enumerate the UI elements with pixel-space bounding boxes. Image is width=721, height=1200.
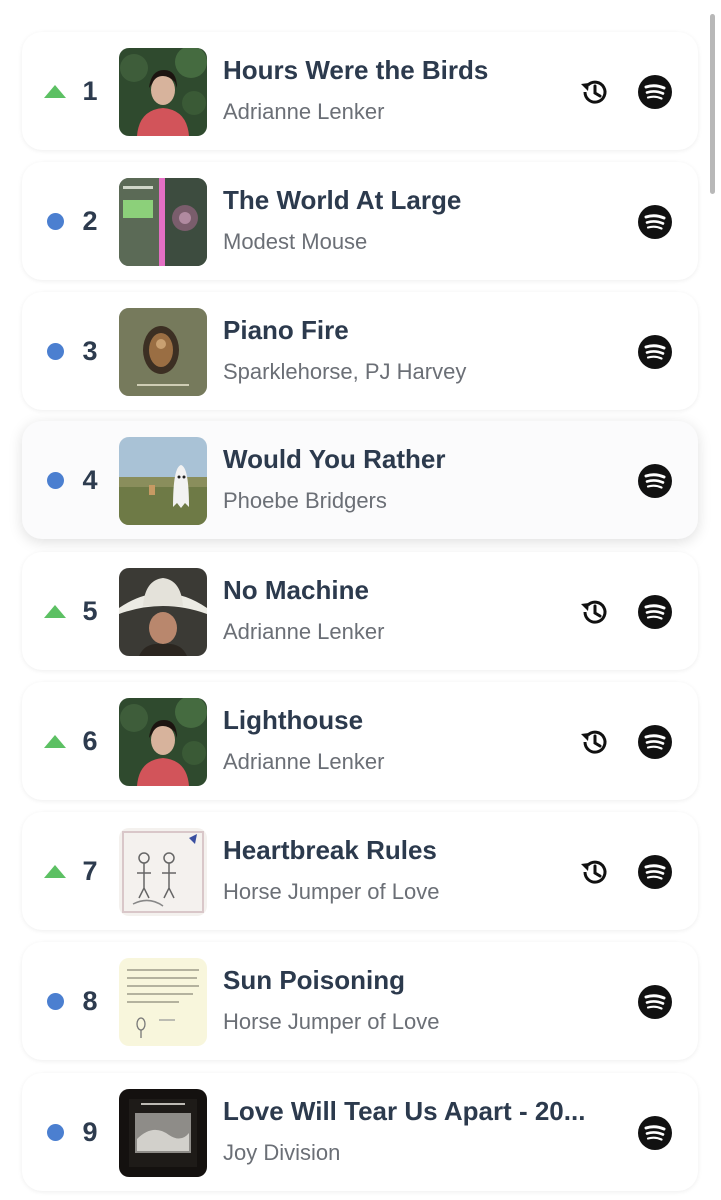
history-icon[interactable] [577, 595, 611, 629]
trend-same-icon [44, 341, 66, 361]
spotify-icon[interactable] [638, 205, 672, 239]
rank-number: 1 [82, 76, 98, 106]
track-row[interactable]: 4 Would You Rather Phoebe Bridgers [22, 421, 698, 539]
track-title: No Machine [223, 575, 369, 605]
rank-number: 8 [82, 986, 98, 1016]
track-artist: Adrianne Lenker [223, 99, 385, 124]
track-title: Piano Fire [223, 315, 349, 345]
track-title: Hours Were the Birds [223, 55, 489, 85]
album-art [119, 437, 207, 525]
track-title: Sun Poisoning [223, 965, 405, 995]
track-artist: Joy Division [223, 1140, 341, 1165]
track-title: Would You Rather [223, 444, 446, 474]
track-row[interactable]: 8 Sun Poisoning Horse Jumper of Love [22, 942, 698, 1060]
track-row[interactable]: 6 Lighthouse Adrianne Lenker [22, 682, 698, 800]
scrollbar[interactable] [710, 14, 715, 194]
album-art [119, 568, 207, 656]
history-icon[interactable] [577, 75, 611, 109]
rank-number: 4 [82, 465, 98, 495]
trend-same-icon [44, 211, 66, 231]
rank-number: 2 [82, 206, 98, 236]
trend-up-icon [44, 861, 66, 881]
trend-same-icon [44, 991, 66, 1011]
album-art [119, 308, 207, 396]
spotify-icon[interactable] [638, 855, 672, 889]
track-title: Lighthouse [223, 705, 364, 735]
album-art [119, 698, 207, 786]
rank-number: 6 [82, 726, 98, 756]
track-row[interactable]: 5 No Machine Adrianne Lenker [22, 552, 698, 670]
track-artist: Horse Jumper of Love [223, 879, 440, 904]
spotify-icon[interactable] [638, 595, 672, 629]
track-row[interactable]: 7 Heartbreak Rules Horse Jumper of Love [22, 812, 698, 930]
spotify-icon[interactable] [638, 75, 672, 109]
trend-up-icon [44, 601, 66, 621]
trend-up-icon [44, 731, 66, 751]
track-artist: Adrianne Lenker [223, 619, 385, 644]
trend-same-icon [44, 470, 66, 490]
track-row[interactable]: 1 Hours Were the Birds Adrianne Lenker [22, 32, 698, 150]
track-title: Love Will Tear Us Apart - 20... [223, 1096, 586, 1126]
track-row[interactable]: 3 Piano Fire Sparklehorse, PJ Harvey [22, 292, 698, 410]
track-artist: Adrianne Lenker [223, 749, 385, 774]
rank-number: 5 [82, 596, 98, 626]
track-row[interactable]: 2 The World At Large Modest Mouse [22, 162, 698, 280]
album-art [119, 178, 207, 266]
track-artist: Sparklehorse, PJ Harvey [223, 359, 467, 384]
track-artist: Phoebe Bridgers [223, 488, 387, 513]
spotify-icon[interactable] [638, 725, 672, 759]
rank-number: 7 [82, 856, 98, 886]
track-artist: Horse Jumper of Love [223, 1009, 440, 1034]
spotify-icon[interactable] [638, 464, 672, 498]
track-row[interactable]: 9 Love Will Tear Us Apart - 20... Joy Di… [22, 1073, 698, 1191]
trend-same-icon [44, 1122, 66, 1142]
rank-number: 3 [82, 336, 98, 366]
spotify-icon[interactable] [638, 1116, 672, 1150]
spotify-icon[interactable] [638, 985, 672, 1019]
rank-number: 9 [82, 1117, 98, 1147]
album-art [119, 958, 207, 1046]
track-title: The World At Large [223, 185, 462, 215]
spotify-icon[interactable] [638, 335, 672, 369]
trend-up-icon [44, 81, 66, 101]
track-artist: Modest Mouse [223, 229, 368, 254]
album-art [119, 1089, 207, 1177]
track-title: Heartbreak Rules [223, 835, 437, 865]
history-icon[interactable] [577, 855, 611, 889]
history-icon[interactable] [577, 725, 611, 759]
album-art [119, 828, 207, 916]
album-art [119, 48, 207, 136]
